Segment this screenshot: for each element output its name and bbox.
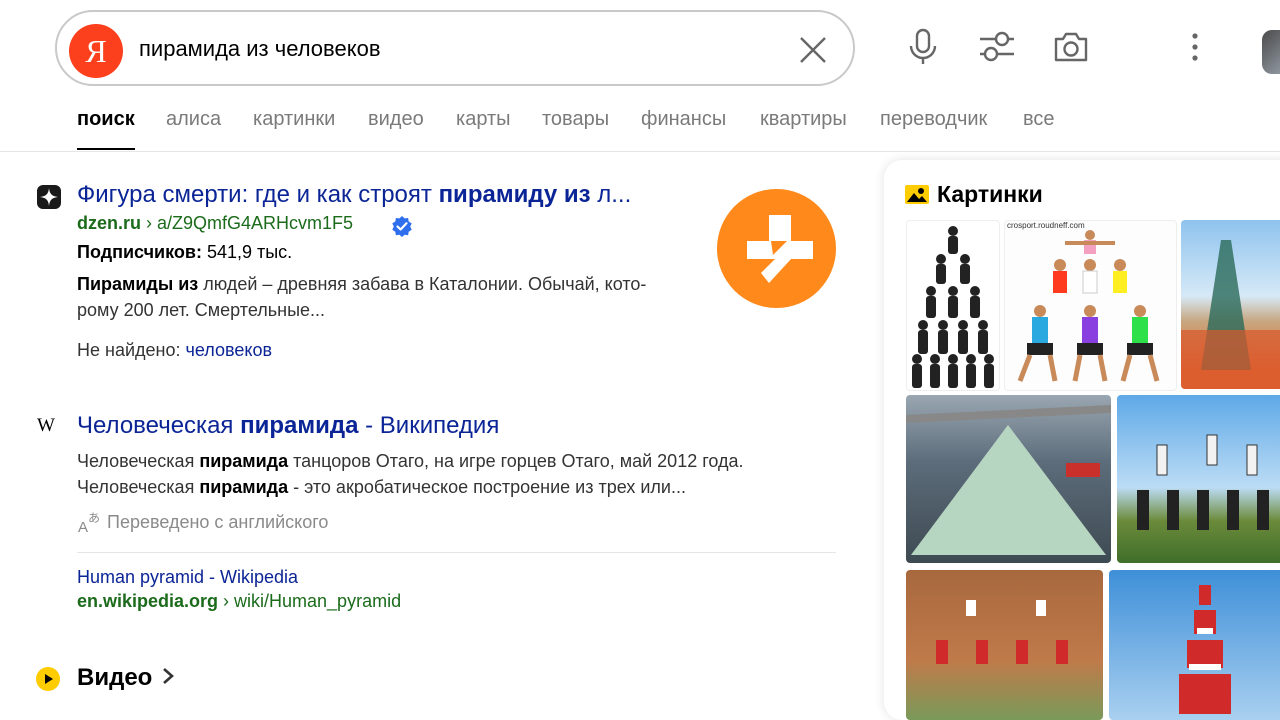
original-title-link[interactable]: Human pyramid - Wikipedia xyxy=(77,567,298,588)
cheerleader-pyramid-image xyxy=(1137,434,1269,530)
result-url-dzen[interactable]: dzen.ru › a/Z9QmfG4ARHcvm1F5 xyxy=(77,213,353,234)
wikipedia-favicon-icon: W xyxy=(37,415,55,436)
chevron-right-icon xyxy=(163,668,174,684)
result-title-wikipedia[interactable]: Человеческая пирамида - Википедия xyxy=(77,412,499,440)
castellers-tower-image xyxy=(1181,240,1280,389)
image-thumbnail[interactable]: crosport.roudneff.com xyxy=(1004,220,1177,391)
verified-badge-icon xyxy=(392,216,412,237)
dzen-thumbnail[interactable] xyxy=(717,189,836,308)
red-tower-image xyxy=(1179,585,1231,714)
red-white-pyramid-image xyxy=(936,600,1068,664)
original-url[interactable]: en.wikipedia.org › wiki/Human_pyramid xyxy=(77,591,401,612)
image-thumbnail[interactable] xyxy=(906,570,1103,720)
tab-all[interactable]: все xyxy=(1023,108,1055,131)
result-snippet-dzen-line1: Пирамиды из людей – древняя забава в Кат… xyxy=(77,274,647,294)
subscribers-count: Подписчиков: 541,9 тыс. xyxy=(77,242,293,262)
image-caption: crosport.roudneff.com xyxy=(1007,221,1085,230)
image-thumbnail[interactable] xyxy=(906,395,1111,563)
dzen-favicon-icon xyxy=(37,185,61,209)
tab-video[interactable]: видео xyxy=(368,108,424,131)
search-box[interactable]: Я пирамида из человеков xyxy=(55,10,855,86)
clear-icon[interactable] xyxy=(799,36,827,64)
not-found-word-link[interactable]: человеков xyxy=(185,340,272,360)
result-title-dzen[interactable]: Фигура смерти: где и как строят пирамиду… xyxy=(77,181,631,209)
tab-apartments[interactable]: квартиры xyxy=(760,108,847,131)
tab-maps[interactable]: карты xyxy=(456,108,511,131)
search-input[interactable]: пирамида из человеков xyxy=(139,36,381,62)
tab-images[interactable]: картинки xyxy=(253,108,335,131)
images-panel: Картинки crosport.roudneff.com xyxy=(884,160,1280,720)
translate-icon: A あ xyxy=(78,511,100,534)
silhouette-pyramid-image xyxy=(912,226,994,388)
result-snippet-dzen-line2: рому 200 лет. Смертельные... xyxy=(77,300,326,320)
avatar[interactable] xyxy=(1262,30,1280,74)
filters-icon[interactable] xyxy=(978,28,1016,66)
svg-text:あ: あ xyxy=(88,511,100,525)
tab-alice[interactable]: алиса xyxy=(166,108,221,131)
result-snippet-wiki-line1: Человеческая пирамида танцоров Отаго, на… xyxy=(77,451,744,471)
images-section-icon xyxy=(905,185,929,204)
result-snippet-wiki-line2: Человеческая пирамида - это акробатическ… xyxy=(77,477,686,497)
result-divider xyxy=(77,552,836,553)
dzen-logo-icon xyxy=(747,215,813,283)
image-thumbnail[interactable] xyxy=(906,220,1000,391)
more-menu-icon[interactable] xyxy=(1176,28,1214,66)
image-thumbnail[interactable] xyxy=(1181,220,1280,389)
tab-search[interactable]: поиск xyxy=(77,108,135,150)
tab-finance[interactable]: финансы xyxy=(641,108,726,131)
video-section-icon xyxy=(36,667,60,691)
video-section-link[interactable]: Видео xyxy=(77,664,175,692)
not-found-note: Не найдено: человеков xyxy=(77,340,273,360)
stage-pyramid-image xyxy=(906,405,1111,555)
tab-translator[interactable]: переводчик xyxy=(880,108,987,131)
colored-acrobats-image xyxy=(1017,230,1160,382)
svg-text:A: A xyxy=(78,519,88,534)
tab-products[interactable]: товары xyxy=(542,108,609,131)
image-thumbnail[interactable] xyxy=(1109,570,1280,720)
microphone-icon[interactable] xyxy=(904,28,942,66)
translated-note[interactable]: Переведено с английского xyxy=(107,512,328,533)
yandex-logo[interactable]: Я xyxy=(69,24,123,78)
camera-icon[interactable] xyxy=(1052,28,1090,66)
images-section-title[interactable]: Картинки xyxy=(937,181,1043,208)
image-thumbnail[interactable] xyxy=(1117,395,1280,563)
header-divider xyxy=(0,151,1280,152)
